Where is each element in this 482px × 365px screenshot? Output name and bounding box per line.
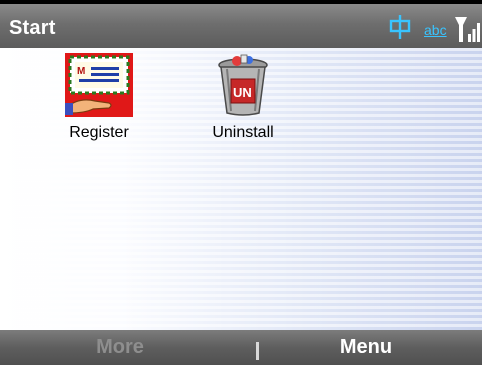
softkey-bar: More Menu — [0, 330, 482, 365]
app-uninstall[interactable]: UN Uninstall — [203, 53, 283, 142]
page-title: Start — [9, 17, 56, 39]
phone-screen: Start abc M Register UN Uninstall More M… — [0, 0, 482, 365]
app-grid: M Register UN Uninstall — [0, 48, 482, 330]
app-register[interactable]: M Register — [62, 53, 136, 142]
softkey-more[interactable]: More — [0, 330, 240, 365]
signal-strength-icon — [455, 17, 480, 42]
chinese-input-icon[interactable] — [388, 14, 412, 40]
svg-text:UN: UN — [233, 85, 252, 100]
svg-text:M: M — [77, 66, 85, 77]
status-bar: Start abc — [0, 0, 482, 48]
register-icon: M — [65, 53, 133, 117]
app-label-register: Register — [69, 124, 129, 141]
app-label-uninstall: Uninstall — [212, 124, 274, 141]
uninstall-icon: UN — [218, 54, 268, 116]
softkey-menu[interactable]: Menu — [250, 330, 482, 365]
input-mode-indicator[interactable]: abc — [424, 22, 447, 38]
